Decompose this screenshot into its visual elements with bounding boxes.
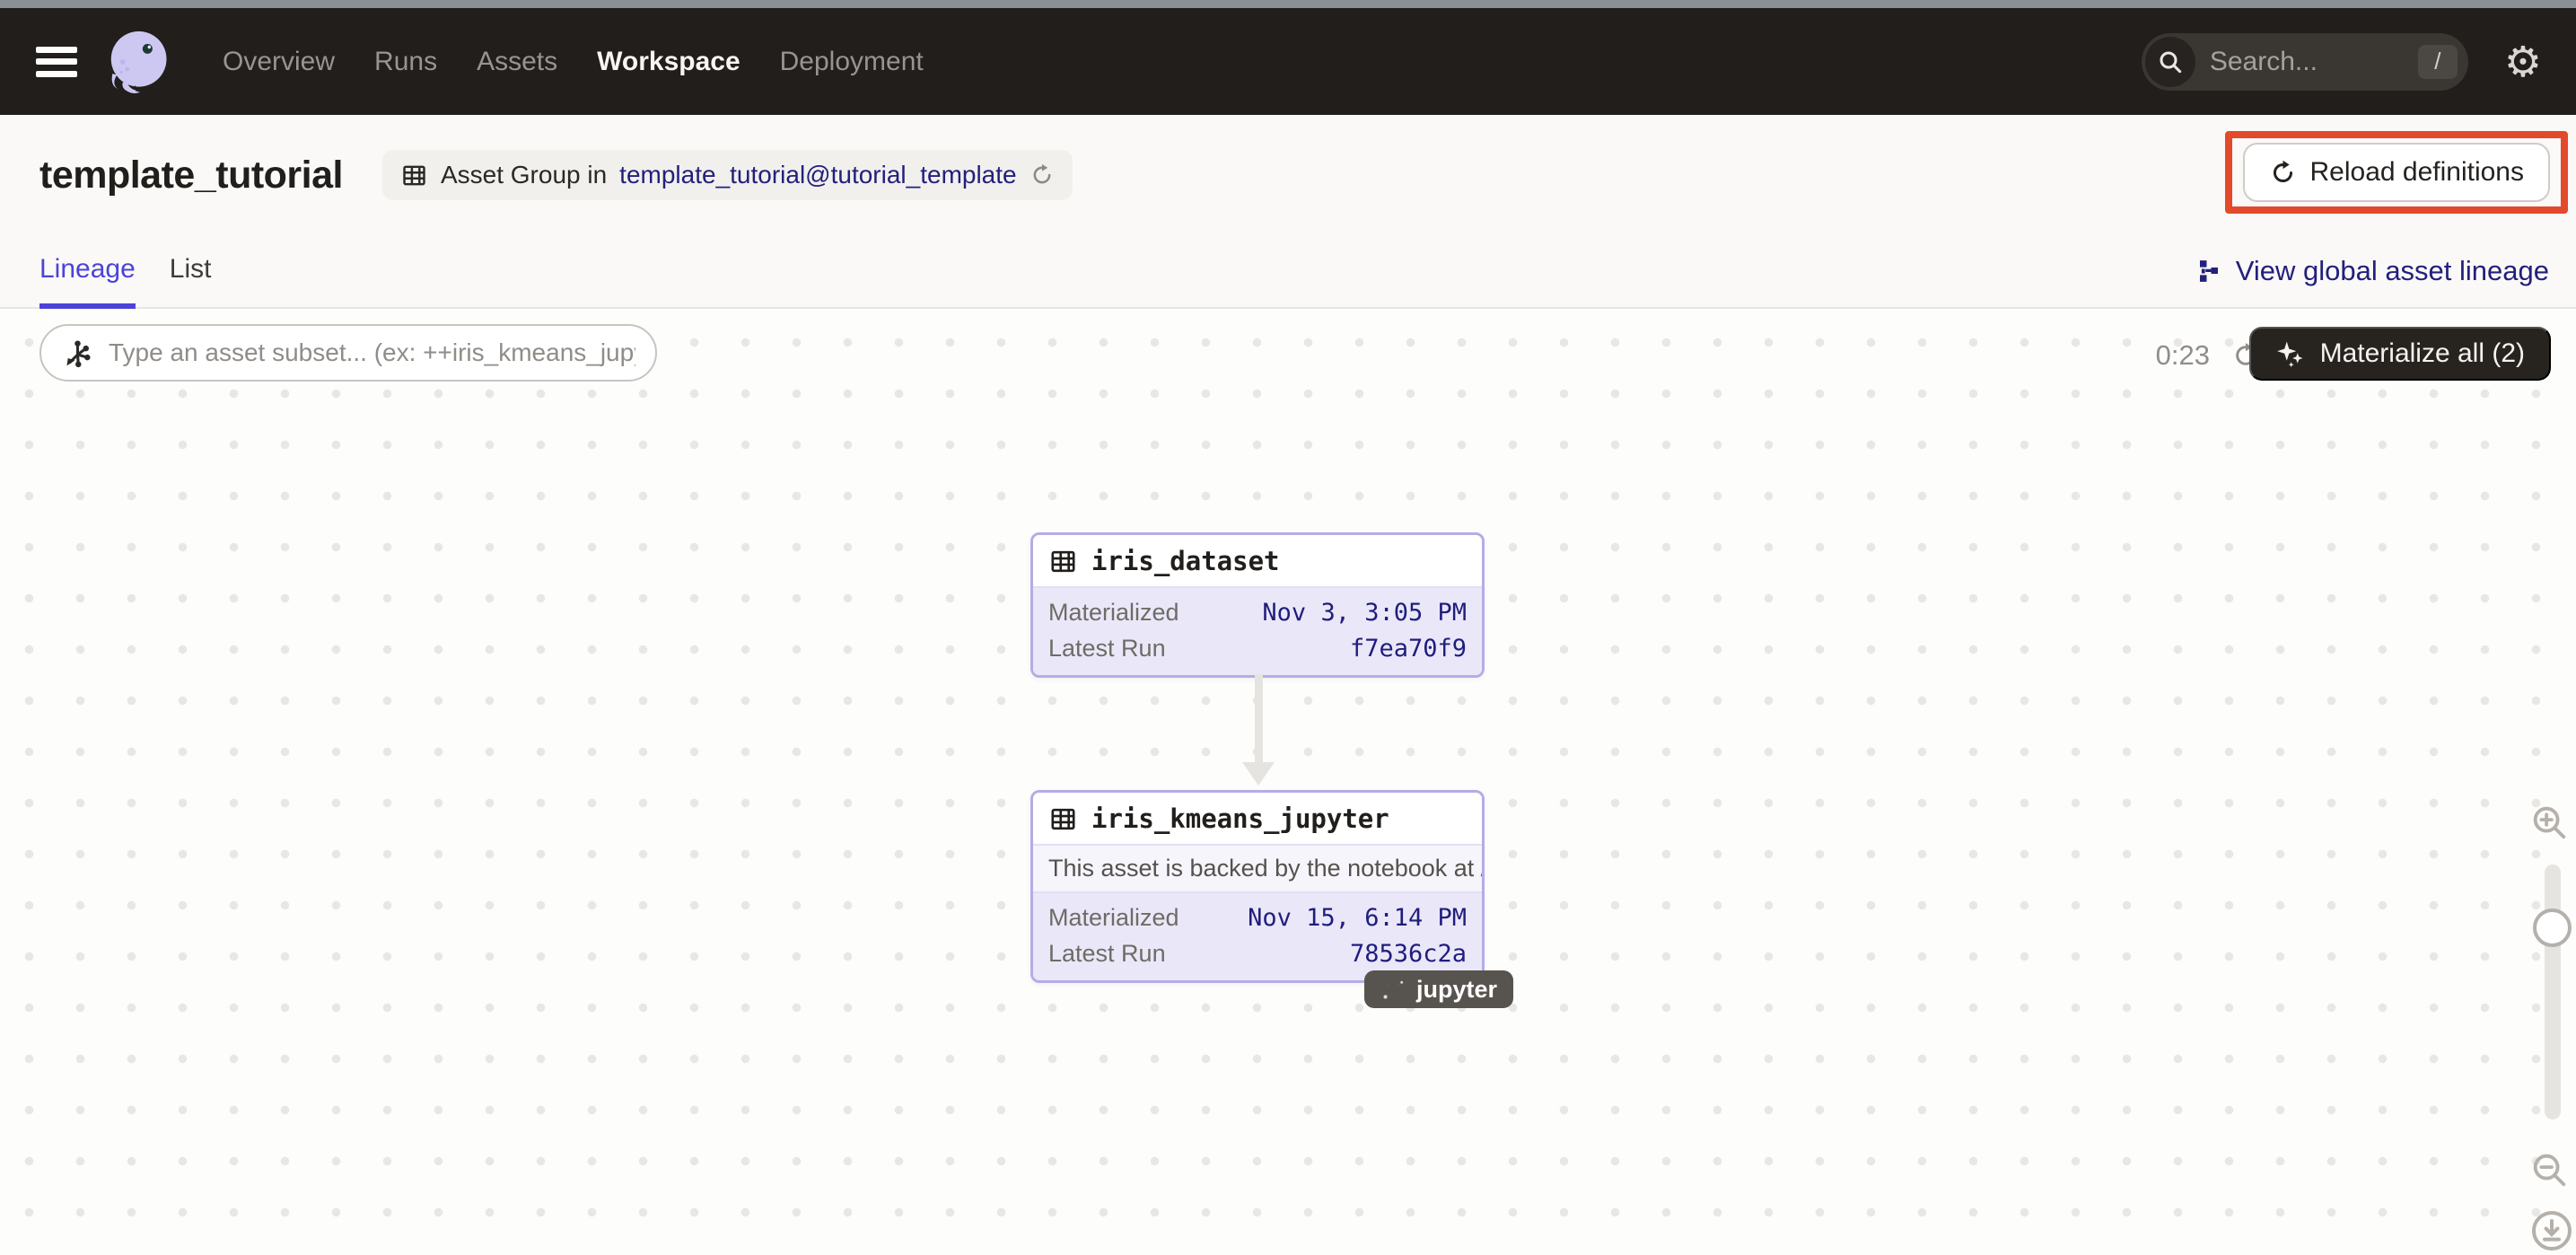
tab-lineage[interactable]: Lineage	[39, 235, 136, 309]
jupyter-icon	[1380, 977, 1406, 1003]
download-image-button[interactable]	[2530, 1209, 2573, 1255]
asset-node-stats: Materialized Nov 15, 6:14 PM Latest Run …	[1033, 893, 1482, 980]
stat-row: Materialized Nov 3, 3:05 PM	[1048, 599, 1467, 627]
navbar-right: Search... / ⚙	[2142, 33, 2542, 91]
stat-value[interactable]: f7ea70f9	[1350, 635, 1467, 663]
reload-definitions-button[interactable]: Reload definitions	[2243, 143, 2551, 202]
zoom-in-button[interactable]	[2528, 802, 2570, 847]
stat-value[interactable]: 78536c2a	[1350, 940, 1467, 968]
op-selector-icon	[61, 337, 94, 370]
primary-nav: Overview Runs Assets Workspace Deploymen…	[223, 47, 924, 77]
asset-name: iris_dataset	[1091, 546, 1280, 576]
nav-item-runs[interactable]: Runs	[374, 47, 437, 77]
materialize-all-button[interactable]: Materialize all (2)	[2249, 327, 2551, 381]
stat-value[interactable]: Nov 3, 3:05 PM	[1262, 599, 1467, 627]
refresh-icon	[2269, 159, 2297, 187]
asset-name: iris_kmeans_jupyter	[1091, 803, 1389, 834]
asset-node-header: iris_kmeans_jupyter	[1033, 793, 1482, 846]
group-badge-prefix: Asset Group in	[441, 161, 607, 189]
stat-label: Materialized	[1048, 599, 1179, 627]
code-location-link[interactable]: template_tutorial@tutorial_template	[619, 161, 1016, 189]
asset-graph-canvas[interactable]: 0:23 Materialize all (2) iris_dataset	[0, 309, 2576, 1255]
gear-icon[interactable]: ⚙	[2504, 40, 2542, 83]
asset-description: This asset is backed by the notebook at …	[1033, 846, 1482, 893]
search-placeholder: Search...	[2210, 47, 2418, 77]
zoom-slider-track[interactable]	[2545, 864, 2561, 1119]
red-highlight-annotation: Reload definitions	[2225, 131, 2569, 214]
stat-row: Materialized Nov 15, 6:14 PM	[1048, 904, 1467, 932]
tabs-band: Lineage List View global asset lineage	[0, 235, 2576, 309]
dagster-workspace-page: Overview Runs Assets Workspace Deploymen…	[0, 0, 2576, 1255]
table-icon	[400, 162, 428, 189]
nav-item-deployment[interactable]: Deployment	[780, 47, 924, 77]
asset-node-header: iris_dataset	[1033, 535, 1482, 588]
asset-group-badge: Asset Group in template_tutorial@tutoria…	[382, 150, 1073, 200]
top-navbar: Overview Runs Assets Workspace Deploymen…	[0, 8, 2576, 115]
sparkle-icon	[2275, 338, 2306, 369]
asset-node-iris-dataset[interactable]: iris_dataset Materialized Nov 3, 3:05 PM…	[1030, 532, 1485, 678]
search-icon	[2145, 37, 2195, 87]
nav-item-overview[interactable]: Overview	[223, 47, 335, 77]
page-header: template_tutorial Asset Group in templat…	[0, 115, 2576, 235]
hamburger-menu-icon[interactable]	[36, 47, 77, 77]
tab-list[interactable]: List	[170, 235, 212, 309]
table-icon	[1048, 804, 1078, 834]
zoom-out-button[interactable]	[2528, 1149, 2570, 1195]
badge-refresh-icon[interactable]	[1030, 162, 1055, 188]
edge-arrow	[1242, 674, 1275, 785]
window-top-edge	[0, 0, 2576, 8]
view-global-asset-lineage-link[interactable]: View global asset lineage	[2195, 255, 2549, 287]
dagster-logo-icon[interactable]	[102, 27, 172, 97]
stat-label: Materialized	[1048, 904, 1179, 932]
page-title: template_tutorial	[39, 154, 343, 197]
asset-filter-field[interactable]	[39, 324, 657, 382]
stat-label: Latest Run	[1048, 635, 1166, 663]
stat-row: Latest Run 78536c2a	[1048, 940, 1467, 968]
reload-definitions-label: Reload definitions	[2310, 157, 2525, 188]
search-input[interactable]: Search... /	[2142, 33, 2468, 91]
search-shortcut-key: /	[2418, 45, 2458, 79]
table-icon	[1048, 547, 1078, 576]
nav-item-workspace[interactable]: Workspace	[597, 47, 740, 77]
lineage-icon	[2195, 258, 2222, 285]
asset-node-stats: Materialized Nov 3, 3:05 PM Latest Run f…	[1033, 588, 1482, 675]
stat-row: Latest Run f7ea70f9	[1048, 635, 1467, 663]
refresh-countdown: 0:23	[2156, 339, 2210, 372]
compute-kind-label: jupyter	[1416, 976, 1497, 1004]
view-global-asset-lineage-label: View global asset lineage	[2236, 255, 2549, 287]
zoom-slider-knob[interactable]	[2533, 908, 2572, 947]
asset-node-iris-kmeans-jupyter[interactable]: iris_kmeans_jupyter This asset is backed…	[1030, 790, 1485, 983]
materialize-all-label: Materialize all (2)	[2320, 338, 2525, 369]
nav-item-assets[interactable]: Assets	[477, 47, 557, 77]
compute-kind-tag-jupyter[interactable]: jupyter	[1364, 970, 1513, 1008]
asset-subset-input[interactable]	[109, 338, 635, 367]
stat-label: Latest Run	[1048, 940, 1166, 968]
stat-value[interactable]: Nov 15, 6:14 PM	[1248, 904, 1467, 932]
